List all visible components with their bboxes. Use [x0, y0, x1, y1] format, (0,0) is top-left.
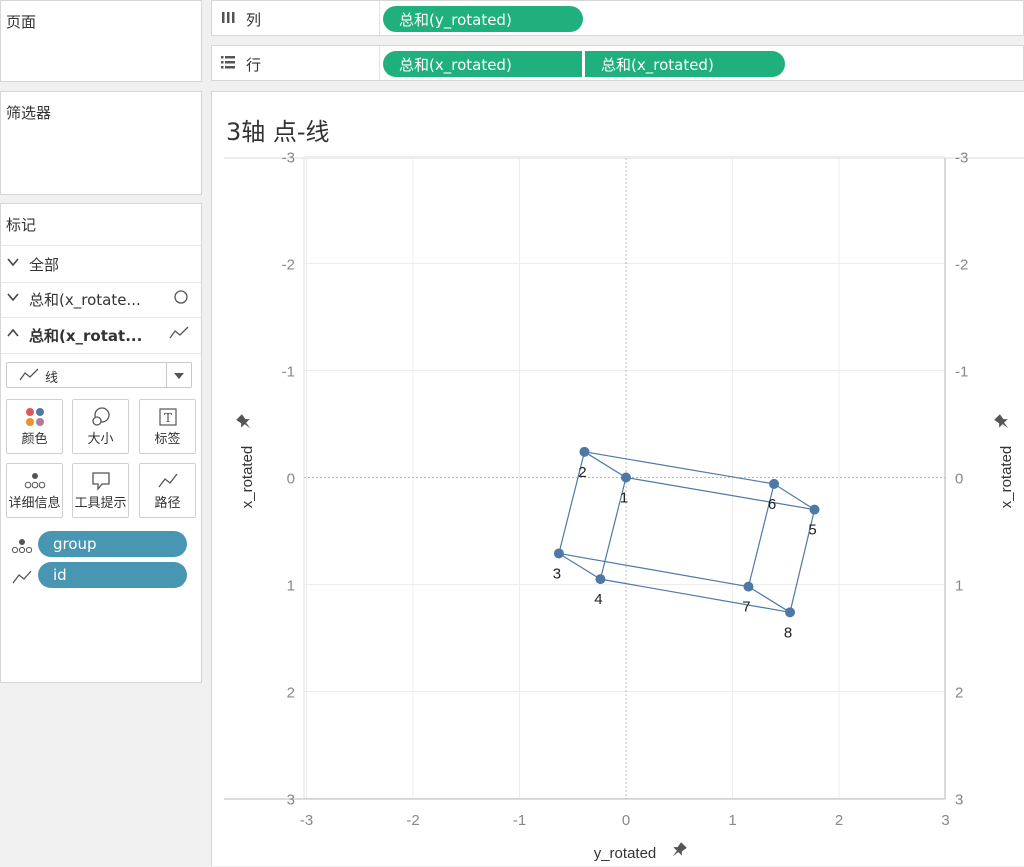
chevron-up-icon — [7, 327, 19, 343]
marks-row-x-rotated-circle[interactable]: 总和(x_rotate... — [1, 281, 201, 318]
path-icon — [140, 470, 195, 492]
size-button-label: 大小 — [87, 432, 114, 447]
pin-icon — [994, 414, 1009, 429]
x-tick-label: 3 — [941, 812, 949, 829]
tooltip-button[interactable]: 工具提示 — [72, 463, 129, 518]
data-point — [579, 446, 590, 457]
pages-shelf[interactable]: 页面 — [0, 0, 202, 82]
x-tick-label: -1 — [513, 812, 526, 829]
data-point — [743, 581, 754, 592]
pin-icon — [236, 414, 251, 429]
color-button-label: 颜色 — [21, 432, 48, 447]
x-axis-title: y_rotated — [594, 845, 657, 862]
pin-icon — [672, 842, 687, 857]
detail-button-label: 详细信息 — [8, 496, 61, 511]
data-point — [809, 504, 820, 515]
y-tick-label-right: -2 — [955, 257, 968, 274]
y-tick-label-right: -1 — [955, 364, 968, 381]
label-button[interactable]: T 标签 — [139, 399, 196, 454]
rows-icon — [220, 54, 236, 74]
columns-shelf[interactable]: 列 总和(y_rotated) — [211, 0, 1024, 36]
label-text-icon: T — [140, 406, 195, 428]
data-label: 3 — [553, 565, 561, 582]
rows-pill-x-rotated-1[interactable]: 总和(x_rotated) — [383, 51, 582, 77]
marks-row-label: 总和(x_rotate... — [29, 291, 141, 309]
path-button-label: 路径 — [154, 496, 181, 511]
y-tick-label-left: 2 — [287, 685, 295, 702]
data-label: 7 — [742, 599, 750, 616]
y-tick-label-right: 1 — [955, 578, 963, 595]
path-button[interactable]: 路径 — [139, 463, 196, 518]
color-button[interactable]: 颜色 — [6, 399, 63, 454]
y-axis-title-right: x_rotated — [998, 446, 1015, 509]
path-icon — [11, 568, 33, 590]
marks-card: 标记 全部 总和(x_rotate... 总和(x_rotat... 线 颜色 … — [0, 203, 202, 683]
y-tick-label-left: -1 — [282, 364, 295, 381]
y-tick-label-right: 3 — [955, 792, 963, 809]
y-axis-title-left: x_rotated — [239, 446, 256, 509]
chevron-down-icon — [166, 363, 191, 387]
circle-icon — [173, 289, 189, 309]
marks-title: 标记 — [6, 216, 37, 234]
x-tick-label: -3 — [300, 812, 313, 829]
y-tick-label-left: -2 — [282, 257, 295, 274]
size-button[interactable]: 大小 — [72, 399, 129, 454]
columns-shelf-label: 列 — [246, 11, 262, 29]
viz-area: 3轴 点-线 -3 -2 -1 0 1 2 3 -3 -2 -1 0 1 2 3 -3 -2 -1 0 1 2 3 x_r… — [211, 91, 1024, 866]
tooltip-button-label: 工具提示 — [74, 496, 127, 511]
y-tick-label-left: -3 — [282, 150, 295, 167]
pages-title: 页面 — [6, 13, 37, 31]
data-point — [785, 607, 796, 618]
filters-title: 筛选器 — [6, 104, 52, 122]
chevron-down-icon — [7, 291, 19, 307]
data-label: 5 — [808, 522, 816, 539]
marks-row-x-rotated-line[interactable]: 总和(x_rotat... — [1, 317, 201, 354]
data-point — [553, 548, 564, 559]
field-pill-group[interactable]: group — [38, 531, 187, 557]
x-tick-label: 1 — [728, 812, 736, 829]
rows-shelf-label: 行 — [246, 56, 262, 74]
label-button-label: 标签 — [154, 432, 181, 447]
x-tick-label: -2 — [406, 812, 419, 829]
line-icon — [169, 325, 189, 345]
data-point — [769, 478, 780, 489]
data-point — [595, 574, 606, 585]
columns-icon — [220, 9, 236, 29]
detail-dots-icon — [7, 470, 62, 492]
color-dots-icon — [7, 406, 62, 428]
marks-row-label: 总和(x_rotat... — [29, 327, 143, 345]
y-tick-label-right: 2 — [955, 685, 963, 702]
y-tick-label-left: 3 — [287, 792, 295, 809]
svg-text:T: T — [163, 411, 171, 425]
y-tick-label-left: 0 — [287, 471, 295, 488]
field-pill-id[interactable]: id — [38, 562, 187, 588]
detail-button[interactable]: 详细信息 — [6, 463, 63, 518]
marks-row-all[interactable]: 全部 — [1, 245, 201, 283]
rows-shelf[interactable]: 行 总和(x_rotated) 总和(x_rotated) — [211, 45, 1024, 81]
columns-pill-y-rotated[interactable]: 总和(y_rotated) — [383, 6, 583, 32]
x-tick-label: 2 — [835, 812, 843, 829]
rows-pill-x-rotated-2[interactable]: 总和(x_rotated) — [585, 51, 785, 77]
data-label: 1 — [620, 490, 628, 507]
line-icon — [19, 367, 39, 387]
x-tick-label: 0 — [622, 812, 630, 829]
chevron-down-icon — [7, 256, 19, 272]
chart[interactable]: -3 -2 -1 0 1 2 3 -3 -2 -1 0 1 2 3 -3 -2 -1 0 1 2 3 x_rotated x… — [212, 92, 1024, 867]
filters-shelf[interactable]: 筛选器 — [0, 91, 202, 195]
marks-row-label: 全部 — [29, 256, 60, 274]
tooltip-icon — [73, 470, 128, 492]
mark-type-dropdown[interactable]: 线 — [6, 362, 192, 388]
data-label: 8 — [784, 624, 792, 641]
series-path-line — [558, 451, 815, 613]
detail-dots-icon — [11, 537, 33, 559]
data-label: 4 — [594, 591, 602, 608]
y-tick-label-right: -3 — [955, 150, 968, 167]
data-label: 6 — [768, 496, 776, 513]
data-label: 2 — [578, 464, 586, 481]
y-tick-label-left: 1 — [287, 578, 295, 595]
data-point — [621, 472, 631, 483]
size-icon — [73, 406, 128, 428]
y-tick-label-right: 0 — [955, 471, 963, 488]
mark-type-value: 线 — [45, 371, 59, 386]
